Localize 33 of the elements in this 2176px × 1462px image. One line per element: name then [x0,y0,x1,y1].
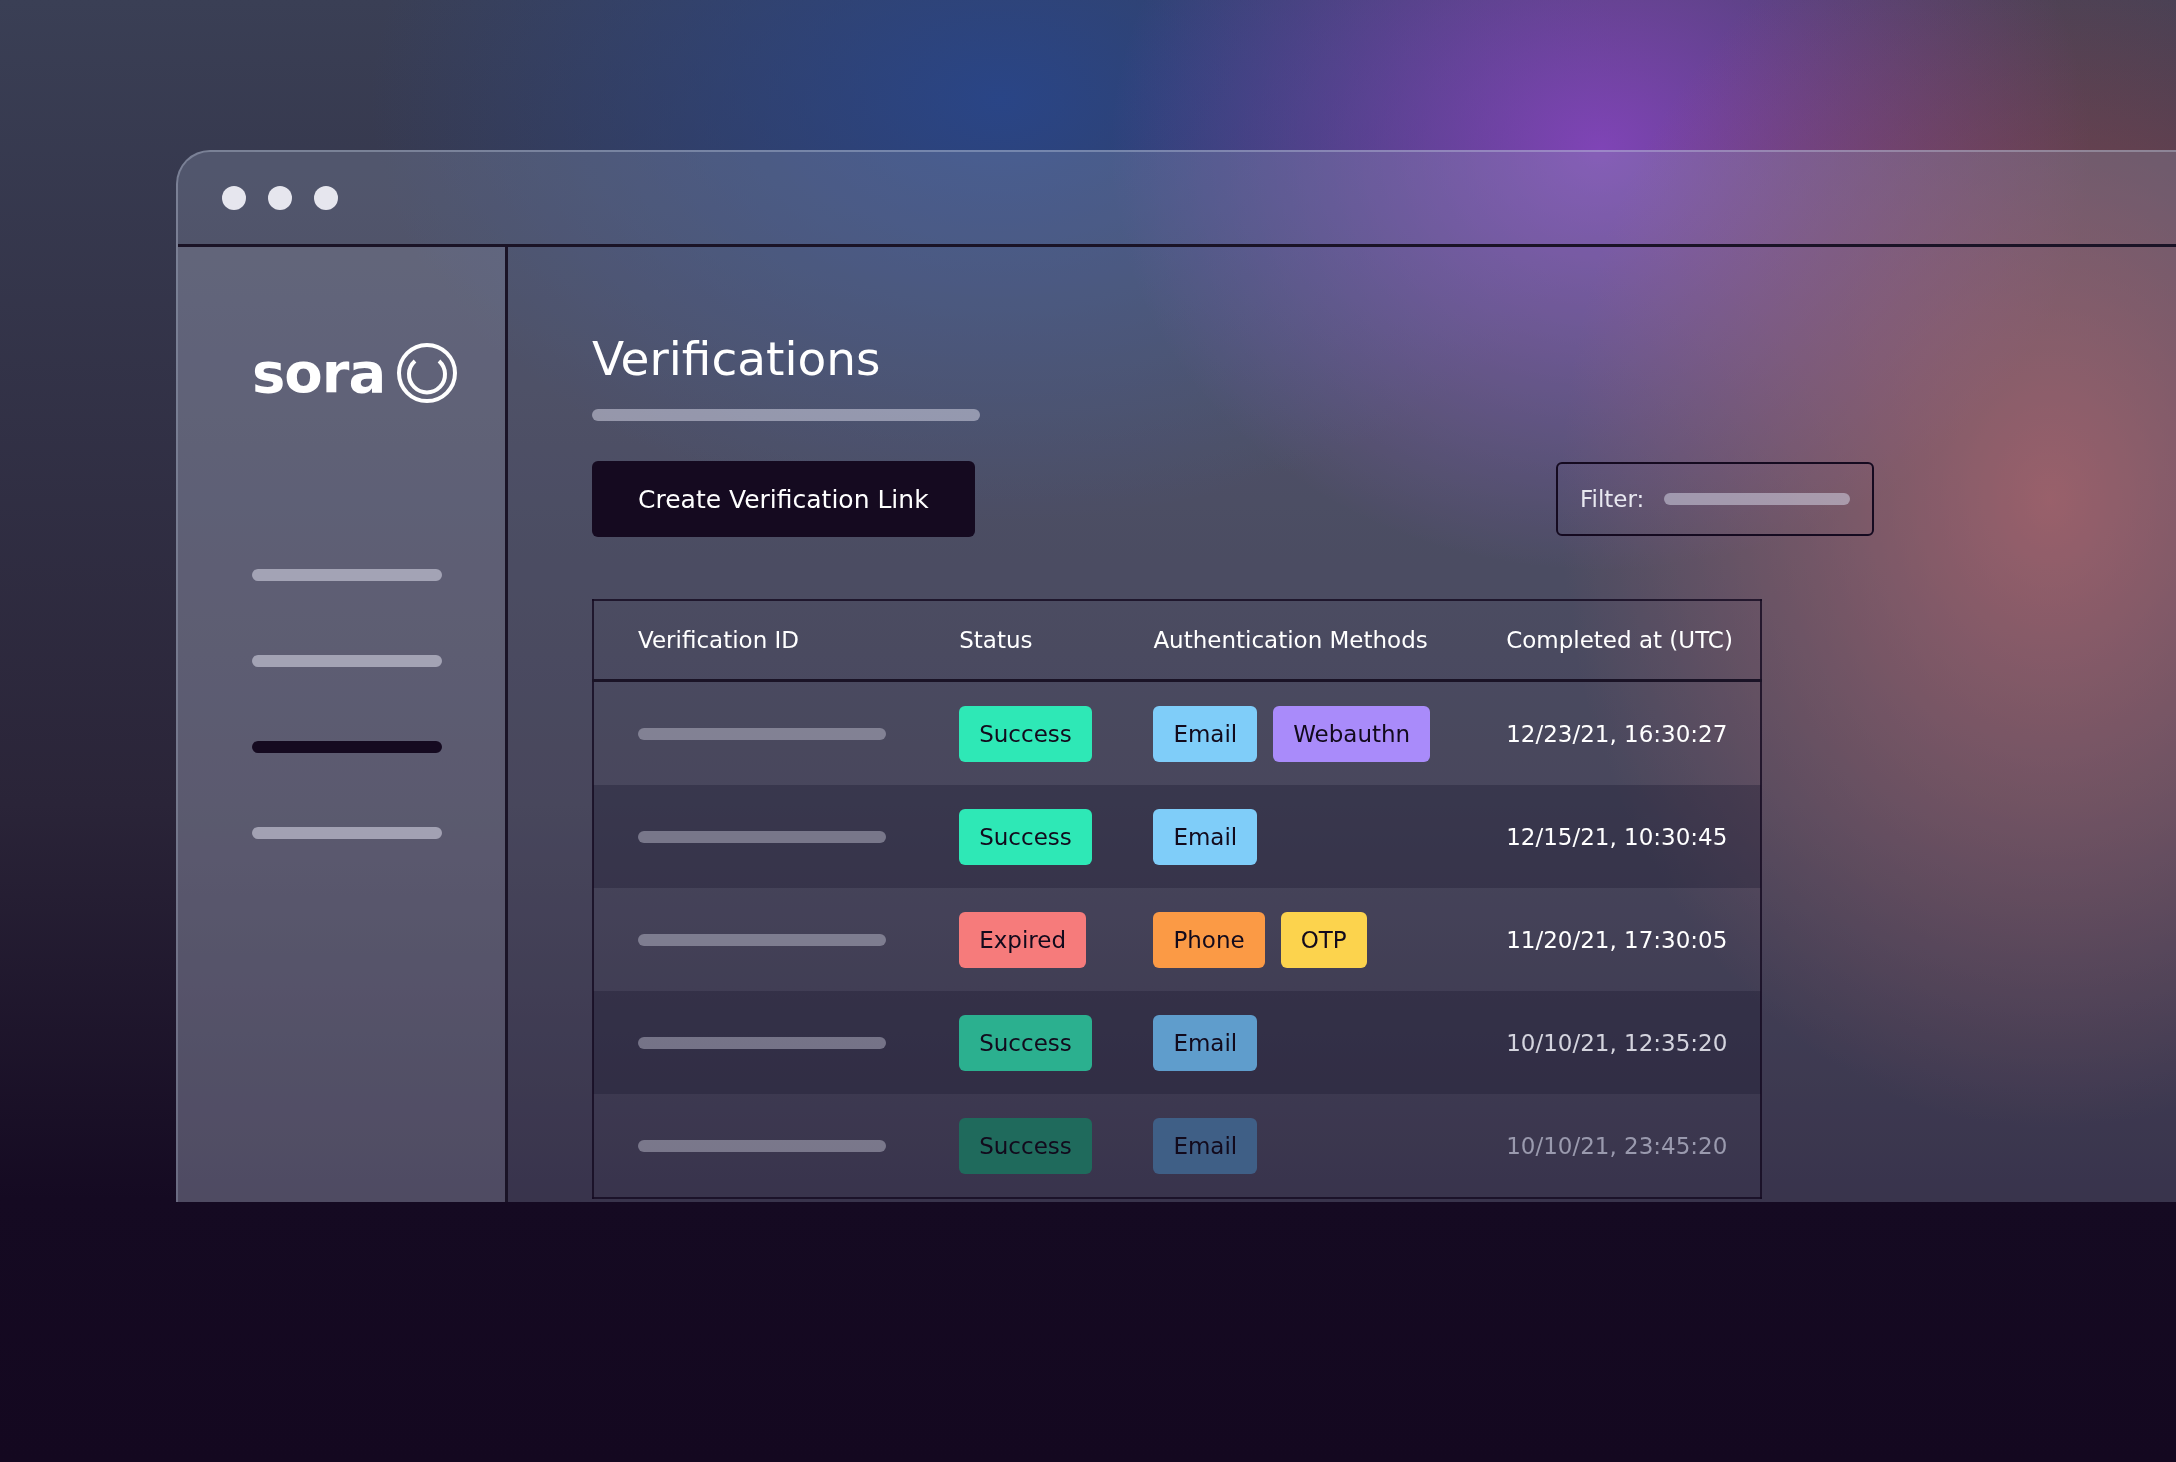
method-badge: Email [1153,1014,1258,1071]
completed-time: 12/15/21, 10:30:45 [1462,785,1761,888]
sidebar-item[interactable] [252,655,442,667]
method-badge: Phone [1153,911,1265,968]
window-control-dot[interactable] [314,186,338,210]
column-header: Status [915,600,1110,681]
sidebar-item[interactable] [252,741,442,753]
status-badge: Expired [959,911,1087,968]
status-badge: Success [959,705,1092,762]
create-link-button[interactable]: Create Verification Link [592,461,975,537]
completed-time: 10/10/21, 23:45:20 [1462,1094,1761,1198]
method-badge: OTP [1280,911,1367,968]
column-header: Authentication Methods [1109,600,1463,681]
completed-time: 10/10/21, 12:35:20 [1462,991,1761,1094]
method-badge: Email [1153,1117,1258,1174]
method-badge: Email [1153,705,1258,762]
logo-text: sora [252,345,386,401]
sidebar-item[interactable] [252,827,442,839]
column-header: Verification ID [593,600,916,681]
filter-field[interactable]: Filter: [1556,462,1874,536]
page-title: Verifications [592,330,882,388]
column-header: Completed at (UTC) [1462,600,1761,681]
window-control-dot[interactable] [268,186,292,210]
method-badge: Webauthn [1273,705,1431,762]
status-badge: Success [959,1014,1092,1071]
ring-logo-icon [395,341,460,405]
status-badge: Success [959,808,1092,865]
status-badge: Success [959,1117,1092,1174]
method-badge: Email [1153,808,1258,865]
sidebar-item[interactable] [252,569,442,581]
completed-time: 12/23/21, 16:30:27 [1462,680,1761,785]
window-control-dot[interactable] [222,186,246,210]
completed-time: 11/20/21, 17:30:05 [1462,888,1761,991]
